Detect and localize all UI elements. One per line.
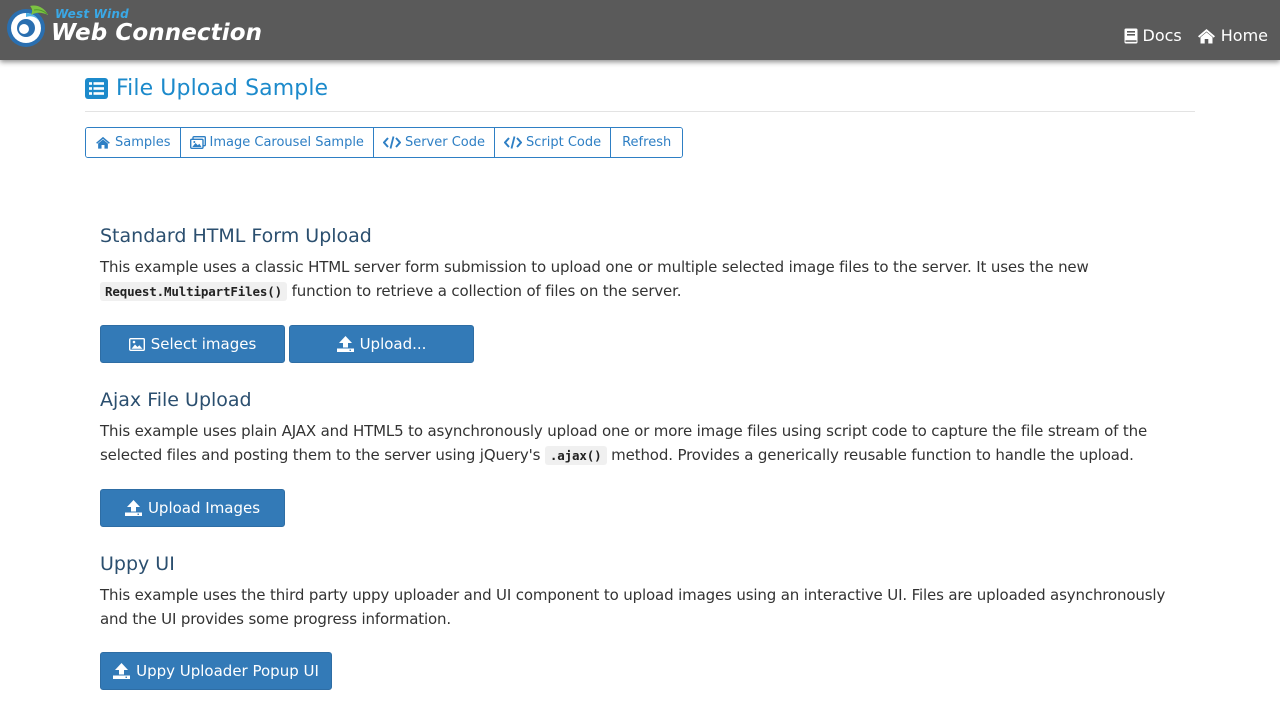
nav-link-home-label: Home — [1220, 26, 1268, 45]
samples-button[interactable]: Samples — [86, 128, 180, 157]
description-text: function to retrieve a collection of fil… — [287, 282, 682, 300]
brand-title: Web Connection — [51, 20, 263, 46]
west-wind-logo-icon — [7, 5, 48, 47]
brand-logo-link[interactable]: West Wind Web Connection — [4, 2, 264, 58]
book-icon — [1124, 28, 1137, 43]
button-row: Upload Images — [100, 489, 1190, 527]
page-header: File Upload Sample — [85, 76, 1195, 112]
section-title: Standard HTML Form Upload — [100, 225, 372, 247]
upload-button-label: Upload... — [359, 335, 427, 353]
code-snippet: .ajax() — [544, 446, 607, 465]
images-icon — [189, 136, 206, 149]
description-text: This example uses a classic HTML server … — [100, 258, 1089, 276]
upload-icon — [113, 663, 131, 679]
section-uppy-ui: Uppy UI This example uses the third part… — [100, 552, 1190, 690]
nav-link-docs[interactable]: Docs — [1124, 26, 1182, 45]
nav-link-docs-label: Docs — [1142, 26, 1182, 45]
section-title: Uppy UI — [100, 553, 175, 575]
brand-subtitle: West Wind — [55, 7, 129, 21]
home-icon — [96, 136, 110, 149]
section-description: This example uses plain AJAX and HTML5 t… — [100, 419, 1185, 468]
upload-button[interactable]: Upload... — [289, 325, 474, 363]
upload-icon — [124, 500, 142, 516]
section-description: This example uses a classic HTML server … — [100, 255, 1185, 304]
server-code-button-label: Server Code — [404, 135, 485, 150]
upload-images-button-label: Upload Images — [147, 499, 261, 517]
nav-link-home[interactable]: Home — [1197, 26, 1268, 45]
image-carousel-sample-button-label: Image Carousel Sample — [209, 135, 364, 150]
section-description: This example uses the third party uppy u… — [100, 586, 1166, 628]
upload-icon — [336, 336, 354, 352]
home-icon — [1197, 28, 1215, 43]
section-standard-form-upload: Standard HTML Form Upload This example u… — [100, 224, 1190, 363]
refresh-button-label: Refresh — [622, 135, 672, 150]
sample-toolbar: Samples Image Carousel Sample Server Cod… — [85, 127, 684, 158]
code-icon — [503, 136, 522, 149]
image-carousel-sample-button[interactable]: Image Carousel Sample — [179, 128, 373, 157]
select-images-button[interactable]: Select images — [100, 325, 285, 363]
code-snippet: Request.MultipartFiles() — [100, 282, 288, 301]
upload-images-button[interactable]: Upload Images — [100, 489, 285, 527]
image-icon — [128, 337, 145, 351]
list-icon — [85, 78, 108, 99]
description-text: method. Provides a generically reusable … — [606, 446, 1134, 464]
server-code-button[interactable]: Server Code — [372, 128, 494, 157]
script-code-button-label: Script Code — [525, 135, 602, 150]
script-code-button[interactable]: Script Code — [493, 128, 611, 157]
section-title: Ajax File Upload — [100, 389, 252, 411]
navbar-links: Docs Home — [1124, 26, 1268, 45]
refresh-button[interactable]: Refresh — [610, 128, 683, 157]
button-row: Uppy Uploader Popup UI — [100, 652, 1190, 690]
section-ajax-file-upload: Ajax File Upload This example uses plain… — [100, 388, 1190, 527]
samples-button-label: Samples — [115, 135, 171, 150]
select-images-button-label: Select images — [150, 335, 257, 353]
page-title: File Upload Sample — [116, 76, 329, 101]
button-row: Select images Upload... — [100, 325, 1190, 363]
uppy-uploader-popup-button-label: Uppy Uploader Popup UI — [136, 662, 319, 680]
top-navbar: West Wind Web Connection Docs Home — [0, 0, 1280, 60]
uppy-uploader-popup-button[interactable]: Uppy Uploader Popup UI — [100, 652, 332, 690]
code-icon — [382, 136, 401, 149]
